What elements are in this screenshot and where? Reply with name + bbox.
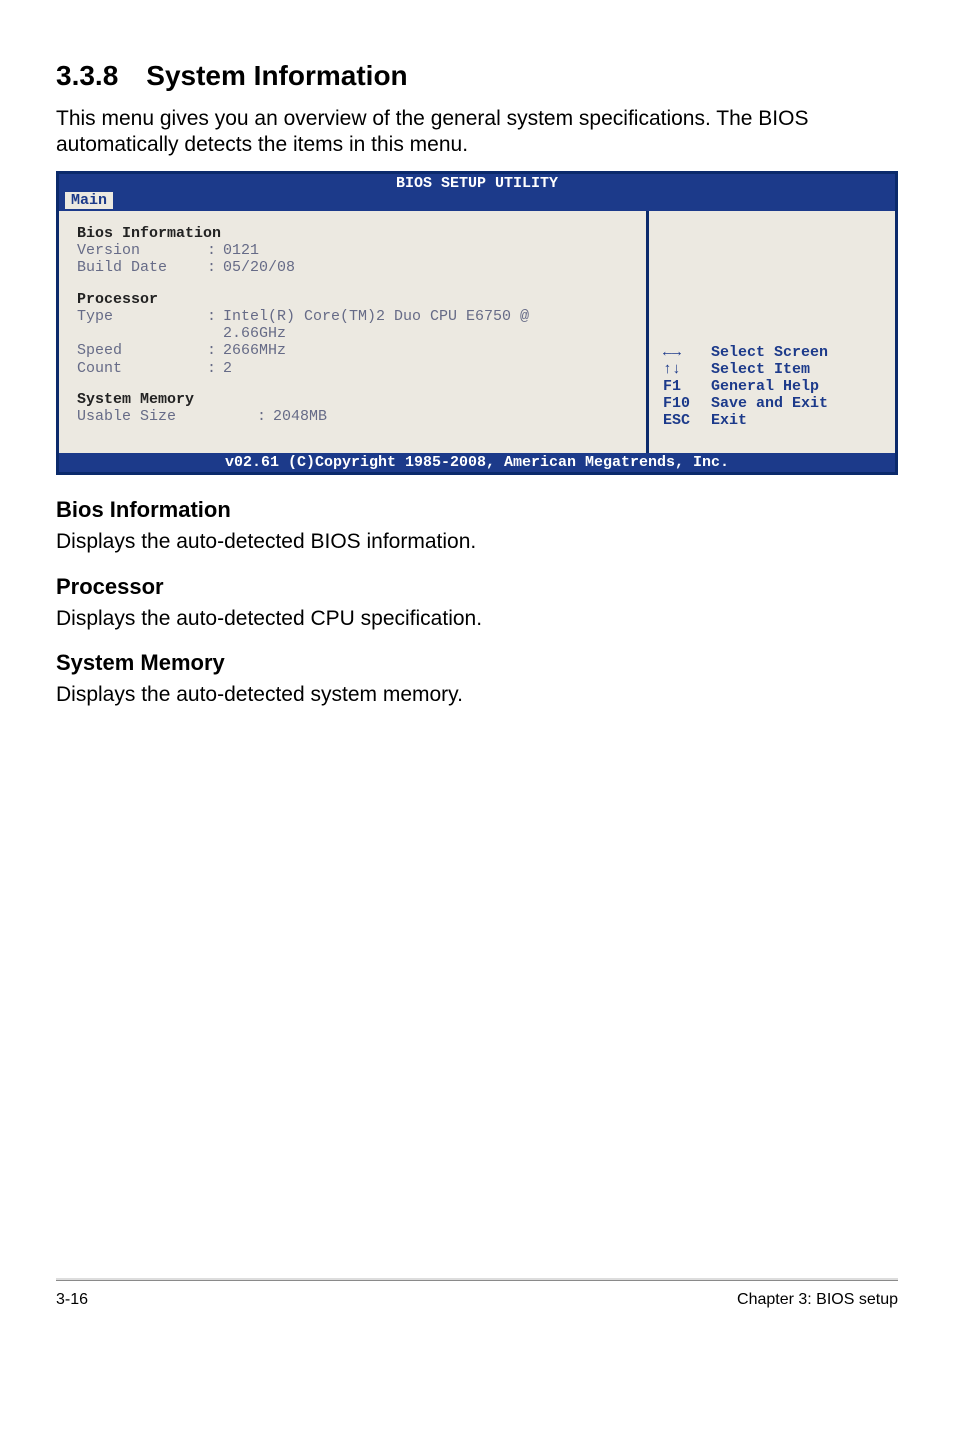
arrows-ud-icon: ↑↓ <box>663 361 711 378</box>
intro-paragraph: This menu gives you an overview of the g… <box>56 106 898 159</box>
bios-proc-count-row: Count:2 <box>77 360 628 377</box>
bios-proc-speed-label: Speed <box>77 342 207 359</box>
bios-proc-count-label: Count <box>77 360 207 377</box>
bios-title: BIOS SETUP UTILITY <box>59 174 895 192</box>
bios-screen: BIOS SETUP UTILITY Main Bios Information… <box>56 171 898 476</box>
bios-build-value: 05/20/08 <box>223 259 295 276</box>
bios-proc-speed-value: 2666MHz <box>223 342 286 359</box>
bios-version-label: Version <box>77 242 207 259</box>
bios-processor-header: Processor <box>77 291 628 308</box>
system-memory-text: Displays the auto-detected system memory… <box>56 682 898 708</box>
bios-left-panel: Bios Information Version:0121 Build Date… <box>59 211 649 454</box>
bios-proc-type-value1: Intel(R) Core(TM)2 Duo CPU E6750 @ <box>223 308 529 325</box>
legend-select-item-text: Select Item <box>711 361 810 378</box>
section-heading: 3.3.8 System Information <box>56 60 898 92</box>
bios-info-text: Displays the auto-detected BIOS informat… <box>56 529 898 555</box>
bios-build-label: Build Date <box>77 259 207 276</box>
legend-esc-text: Exit <box>711 412 747 429</box>
legend-f1: F1 General Help <box>663 378 883 395</box>
bios-proc-type-row: Type:Intel(R) Core(TM)2 Duo CPU E6750 @ <box>77 308 628 325</box>
bios-proc-type-label: Type <box>77 308 207 325</box>
bios-right-panel: ←→ Select Screen ↑↓ Select Item F1 Gener… <box>649 211 895 454</box>
legend-f10-key: F10 <box>663 395 711 412</box>
processor-heading: Processor <box>56 574 898 600</box>
bios-proc-count-value: 2 <box>223 360 232 377</box>
bios-tab-main[interactable]: Main <box>65 192 113 209</box>
legend-esc: ESC Exit <box>663 412 883 429</box>
legend-esc-key: ESC <box>663 412 711 429</box>
system-memory-heading: System Memory <box>56 650 898 676</box>
bios-mem-size-value: 2048MB <box>273 408 327 425</box>
arrows-lr-icon: ←→ <box>663 344 711 361</box>
section-number: 3.3.8 <box>56 60 118 92</box>
legend-f1-text: General Help <box>711 378 819 395</box>
legend-f1-key: F1 <box>663 378 711 395</box>
bios-mem-size-row: Usable Size:2048MB <box>77 408 628 425</box>
bios-proc-type-value2: 2.66GHz <box>77 325 628 342</box>
legend-f10: F10 Save and Exit <box>663 395 883 412</box>
page-number: 3-16 <box>56 1291 88 1309</box>
legend-select-screen: ←→ Select Screen <box>663 344 883 361</box>
legend-select-item: ↑↓ Select Item <box>663 361 883 378</box>
processor-text: Displays the auto-detected CPU specifica… <box>56 606 898 632</box>
page-footer-chapter: Chapter 3: BIOS setup <box>737 1291 898 1309</box>
legend-f10-text: Save and Exit <box>711 395 828 412</box>
bios-legend: ←→ Select Screen ↑↓ Select Item F1 Gener… <box>663 344 883 429</box>
bios-memory-header: System Memory <box>77 391 628 408</box>
bios-proc-speed-row: Speed:2666MHz <box>77 342 628 359</box>
page-footer: 3-16 Chapter 3: BIOS setup <box>56 1280 898 1309</box>
bios-footer: v02.61 (C)Copyright 1985-2008, American … <box>59 453 895 472</box>
bios-tab-row: Main <box>59 192 895 211</box>
bios-version-row: Version:0121 <box>77 242 628 259</box>
bios-mem-size-label: Usable Size <box>77 408 257 425</box>
bios-info-header: Bios Information <box>77 225 628 242</box>
bios-version-value: 0121 <box>223 242 259 259</box>
section-title-text: System Information <box>146 60 407 91</box>
bios-build-row: Build Date:05/20/08 <box>77 259 628 276</box>
bios-info-heading: Bios Information <box>56 497 898 523</box>
legend-select-screen-text: Select Screen <box>711 344 828 361</box>
